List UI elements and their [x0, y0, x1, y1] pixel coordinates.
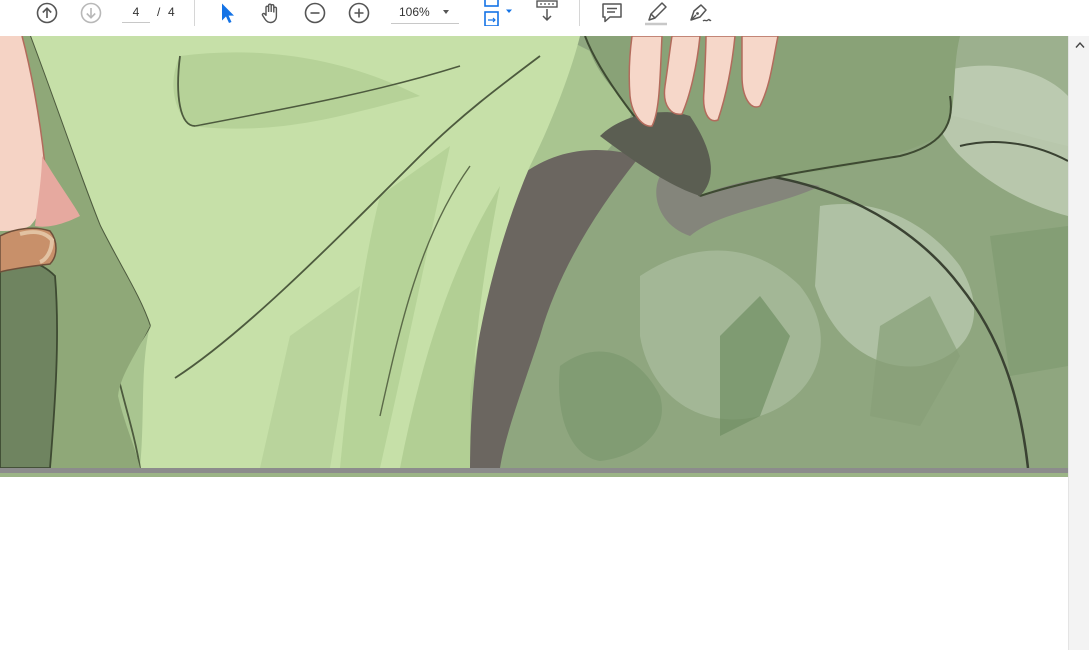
comment-button[interactable] — [597, 0, 627, 26]
page-number-input[interactable] — [122, 2, 150, 23]
scroll-up-button[interactable] — [1069, 36, 1089, 54]
vertical-scrollbar[interactable] — [1068, 36, 1089, 650]
cursor-arrow-icon — [222, 3, 234, 23]
page-fit-icon — [484, 0, 512, 26]
next-page-button[interactable] — [76, 0, 106, 26]
toolbar-divider — [194, 0, 195, 26]
toolbar-divider — [579, 0, 580, 26]
scroll-down-icon — [536, 0, 558, 22]
chevron-down-icon — [443, 10, 449, 14]
total-pages: 4 — [168, 5, 175, 19]
previous-page-button[interactable] — [32, 0, 62, 26]
minus-circle-icon — [304, 2, 326, 24]
hand-icon — [261, 3, 278, 24]
plus-circle-icon — [348, 2, 370, 24]
highlighter-icon — [645, 2, 667, 26]
document-viewport[interactable] — [0, 36, 1068, 650]
illustration-image — [0, 36, 1068, 468]
pen-sign-icon — [690, 4, 712, 22]
select-tool-button[interactable] — [212, 0, 242, 26]
toolbar: / 4 106% — [0, 0, 1089, 37]
zoom-level-dropdown[interactable]: 106% — [391, 1, 459, 24]
zoom-out-button[interactable] — [300, 0, 330, 26]
highlight-button[interactable] — [641, 0, 671, 26]
page-illustration — [0, 36, 1068, 468]
hand-tool-button[interactable] — [256, 0, 286, 26]
page-separator: / — [157, 5, 161, 19]
zoom-level-value: 106% — [399, 5, 430, 19]
scroll-mode-button[interactable] — [532, 0, 562, 26]
sign-button[interactable] — [685, 0, 715, 26]
arrow-up-circle-icon — [36, 2, 58, 24]
chevron-up-icon — [1074, 41, 1085, 48]
page-display-button[interactable] — [478, 0, 516, 26]
zoom-in-button[interactable] — [344, 0, 374, 26]
arrow-down-circle-icon — [80, 2, 102, 24]
comment-icon — [602, 3, 622, 23]
next-page-edge — [0, 473, 1068, 477]
